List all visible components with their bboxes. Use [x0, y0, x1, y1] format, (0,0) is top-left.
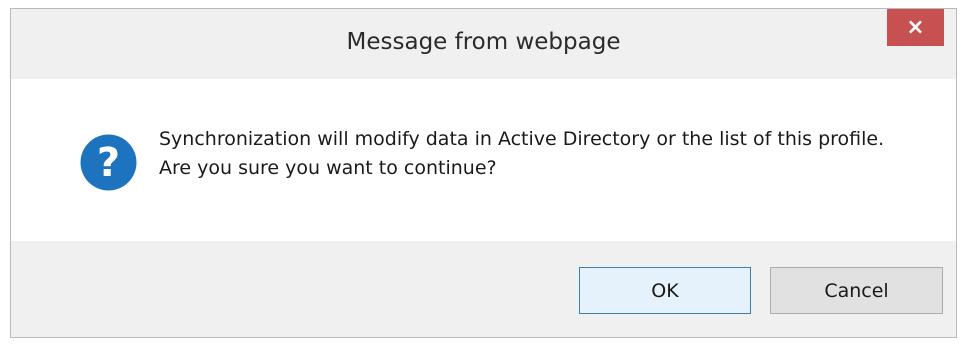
ok-button[interactable]: OK — [579, 267, 751, 314]
dialog-message: Synchronization will modify data in Acti… — [159, 128, 885, 179]
close-icon: × — [906, 14, 925, 40]
dialog-title: Message from webpage — [346, 29, 621, 55]
svg-text:?: ? — [97, 140, 120, 186]
cancel-button[interactable]: Cancel — [770, 267, 943, 314]
question-icon: ? — [80, 134, 137, 191]
dialog-titlebar[interactable]: Message from webpage × — [11, 9, 956, 79]
dialog-footer: OK Cancel — [11, 241, 956, 339]
message-dialog: Message from webpage × ? Synchronization… — [10, 8, 957, 338]
close-button[interactable]: × — [887, 9, 944, 46]
dialog-content: ? Synchronization will modify data in Ac… — [11, 79, 956, 241]
